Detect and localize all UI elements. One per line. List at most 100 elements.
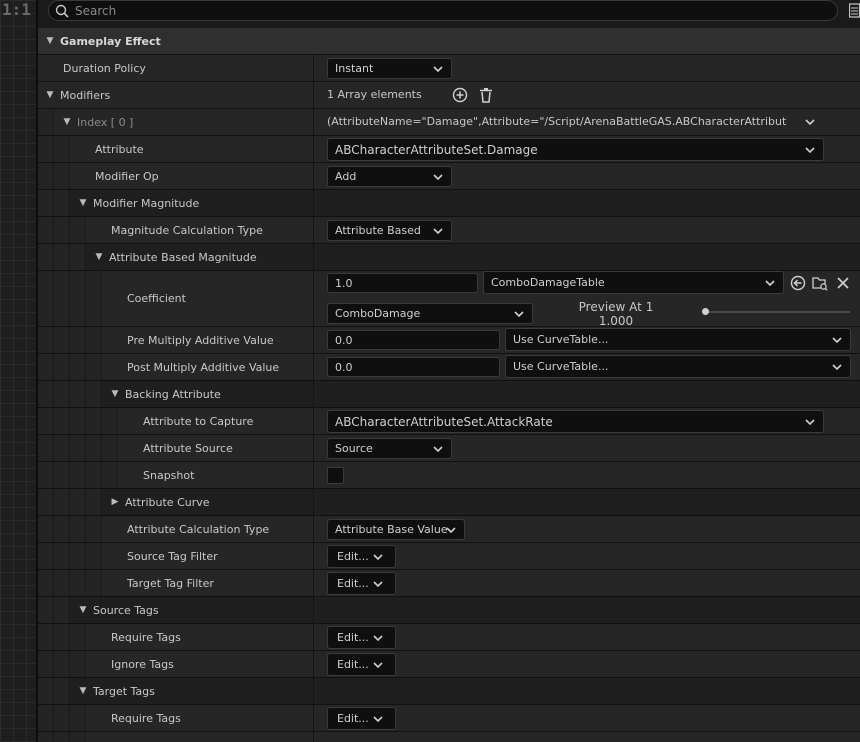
row-modifier-magnitude[interactable]: ▼ Modifier Magnitude [38,190,860,217]
dropdown-value: ABCharacterAttributeSet.Damage [335,142,538,157]
property-label: Ignore Tags [111,657,174,671]
property-label: Backing Attribute [125,387,221,401]
row-attribute-calculation-type: Attribute Calculation Type Attribute Bas… [38,516,860,543]
input-value: 1.0 [335,276,353,290]
row-coefficient: Coefficient 1.0 ComboDamageTable ComboDa… [38,271,860,328]
array-count: 1 Array elements [327,88,422,101]
row-source-ignore-tags: Ignore Tags Edit... [38,651,860,678]
chevron-down-icon [832,337,842,344]
button-label: Edit... [337,712,369,725]
row-attribute: Attribute ABCharacterAttributeSet.Damage [38,136,860,163]
row-attribute-based-magnitude[interactable]: ▼ Attribute Based Magnitude [38,244,860,271]
property-label: Modifiers [60,88,111,102]
row-attribute-curve[interactable]: ▶ Attribute Curve [38,489,860,516]
row-modifiers[interactable]: ▼ Modifiers 1 Array elements [38,82,860,109]
chevron-down-icon [765,280,775,287]
search-icon [55,4,69,18]
attribute-to-capture-dropdown[interactable]: ABCharacterAttributeSet.AttackRate [327,410,824,433]
search-box[interactable] [48,0,838,21]
attribute-source-dropdown[interactable]: Source [327,438,452,459]
graph-canvas[interactable]: 1:1 [0,0,38,742]
modifier-op-dropdown[interactable]: Add [327,166,452,187]
collapse-arrow-icon[interactable]: ▼ [76,605,90,615]
collapse-arrow-icon[interactable]: ▼ [92,252,106,262]
source-tag-filter-edit-button[interactable]: Edit... [327,545,396,568]
post-multiply-curve-dropdown[interactable]: Use CurveTable... [505,355,851,378]
magnitude-calculation-type-dropdown[interactable]: Attribute Based [327,220,452,241]
row-attribute-to-capture: Attribute to Capture ABCharacterAttribut… [38,408,860,435]
property-label: Attribute Curve [125,495,210,509]
search-input[interactable] [75,3,775,18]
row-pre-multiply-additive-value: Pre Multiply Additive Value 0.0 Use Curv… [38,327,860,354]
pre-multiply-value-input[interactable]: 0.0 [327,330,500,350]
property-label: Require Tags [111,630,181,644]
property-label: Snapshot [143,468,195,482]
collapse-arrow-icon[interactable]: ▼ [43,36,57,46]
category-gameplay-effect[interactable]: ▼ Gameplay Effect [38,28,860,55]
add-element-icon[interactable] [452,87,468,103]
property-label: Magnitude Calculation Type [111,223,263,237]
property-label: Target Tag Filter [127,576,214,590]
property-label: Attribute Source [143,441,233,455]
chevron-down-icon [373,716,383,723]
row-magnitude-calculation-type: Magnitude Calculation Type Attribute Bas… [38,217,860,244]
expand-arrow-icon[interactable]: ▶ [108,497,122,507]
button-label: Edit... [337,577,369,590]
collapse-arrow-icon[interactable]: ▼ [60,117,74,127]
snapshot-checkbox[interactable] [327,467,344,484]
preview-readout: Preview At 1 1.000 [564,300,668,328]
chevron-down-icon[interactable] [805,117,815,127]
row-target-require-tags: Require Tags Edit... [38,705,860,732]
collapse-arrow-icon[interactable]: ▼ [76,198,90,208]
property-label: Modifier Op [95,169,159,183]
property-label: Attribute to Capture [143,414,254,428]
collapse-arrow-icon[interactable]: ▼ [76,686,90,696]
pre-multiply-curve-dropdown[interactable]: Use CurveTable... [505,328,851,351]
slider-thumb[interactable] [702,308,709,315]
browse-arrow-icon[interactable] [790,275,806,291]
chevron-down-icon [446,527,456,534]
duration-policy-dropdown[interactable]: Instant [327,58,452,79]
details-panel: ▼ Gameplay Effect Duration Policy Instan… [38,0,860,742]
dropdown-value: ComboDamage [335,307,421,320]
button-label: Edit... [337,631,369,644]
view-options-icon[interactable] [849,3,860,18]
chevron-down-icon [433,228,443,235]
attribute-dropdown[interactable]: ABCharacterAttributeSet.Damage [327,138,824,161]
property-label: Modifier Magnitude [93,196,200,210]
coefficient-value-input[interactable]: 1.0 [327,273,478,293]
browse-folder-icon[interactable] [812,275,828,291]
input-value: 0.0 [335,360,353,374]
collapse-arrow-icon[interactable]: ▼ [108,389,122,399]
attribute-calculation-type-dropdown[interactable]: Attribute Base Value [327,519,465,540]
dropdown-value: Attribute Based [335,224,421,237]
target-require-tags-edit-button[interactable]: Edit... [327,707,396,730]
row-index-0[interactable]: ▼ Index [ 0 ] (AttributeName="Damage",At… [38,109,860,136]
input-value: 0.0 [335,333,353,347]
dropdown-value: Use CurveTable... [513,333,609,346]
row-post-multiply-additive-value: Post Multiply Additive Value 0.0 Use Cur… [38,354,860,381]
row-target-tags[interactable]: ▼ Target Tags [38,678,860,705]
delete-all-icon[interactable] [478,87,494,103]
curve-table-dropdown[interactable]: ComboDamageTable [483,271,784,294]
close-icon[interactable] [835,275,851,291]
property-label: Source Tags [93,603,159,617]
property-label: Attribute Calculation Type [127,522,270,536]
chevron-down-icon [433,446,443,453]
source-require-tags-edit-button[interactable]: Edit... [327,626,396,649]
row-attribute-source: Attribute Source Source [38,435,860,462]
row-duration-policy: Duration Policy Instant [38,55,860,82]
post-multiply-value-input[interactable]: 0.0 [327,357,500,377]
source-ignore-tags-edit-button[interactable]: Edit... [327,653,396,676]
collapse-arrow-icon[interactable]: ▼ [43,90,57,100]
chevron-down-icon [373,581,383,588]
row-source-tag-filter: Source Tag Filter Edit... [38,543,860,570]
preview-slider[interactable] [702,307,850,317]
row-backing-attribute[interactable]: ▼ Backing Attribute [38,381,860,408]
chevron-down-icon [373,662,383,669]
slider-track [702,311,850,313]
target-tag-filter-edit-button[interactable]: Edit... [327,572,396,595]
row-snapshot: Snapshot [38,462,860,489]
row-source-tags[interactable]: ▼ Source Tags [38,597,860,624]
curve-row-dropdown[interactable]: ComboDamage [327,303,533,324]
